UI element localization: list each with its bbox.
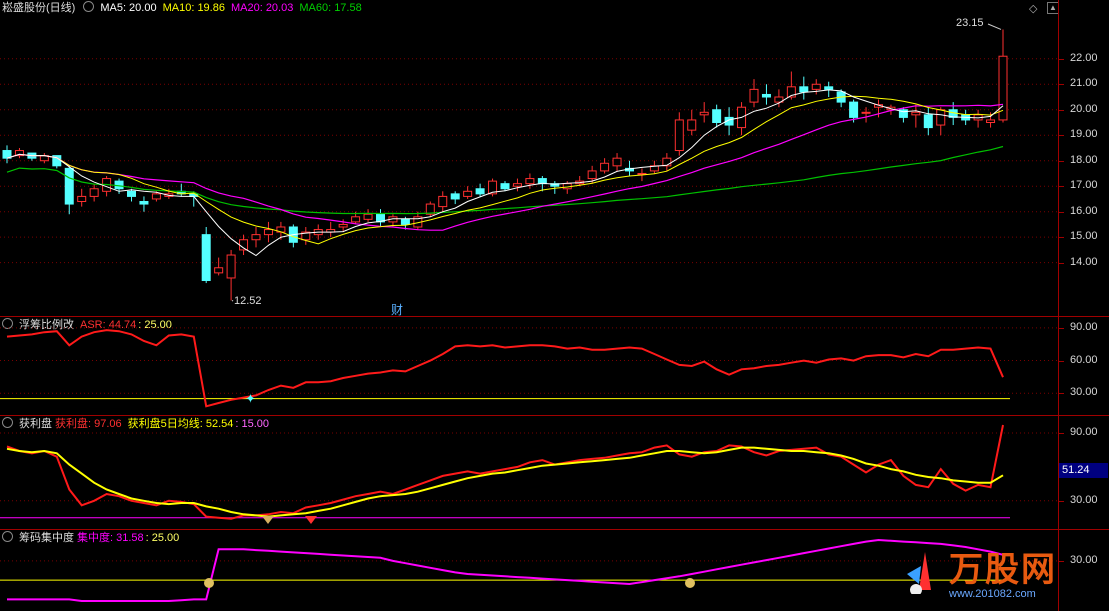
price-tick-mark	[1058, 84, 1064, 86]
diamond-gem-icon	[305, 516, 317, 524]
asr-tick-label: 90.00	[1070, 320, 1098, 333]
candle	[712, 109, 722, 123]
candle	[936, 109, 946, 126]
candle	[475, 188, 485, 195]
candle	[923, 114, 933, 129]
candlestick-chart[interactable]	[0, 0, 1058, 316]
concentration-indicator-panel[interactable]: 筹码集中度 集中度: 31.58: 25.00 30.00 万股网 www.201…	[0, 530, 1109, 611]
candle	[201, 234, 211, 282]
asr-indicator-panel[interactable]: 浮筹比例改 ASR: 44.74: 25.00 90.00 60.00 30.00 ✦	[0, 317, 1109, 415]
candle	[799, 86, 809, 93]
candle	[500, 183, 510, 190]
candle	[687, 119, 697, 131]
profit-tick-mark	[1058, 432, 1064, 434]
profit-tick-label: 30.00	[1070, 493, 1098, 506]
asr-tick-label: 30.00	[1070, 386, 1098, 399]
price-tick-mark	[1058, 109, 1064, 111]
brand-name: 万股网	[949, 551, 1057, 589]
profit-indicator-panel[interactable]: 获利盘 获利盘: 97.06 获利盘5日均线: 52.54: 15.00 90.00…	[0, 416, 1109, 529]
price-tick-label: 16.00	[1070, 204, 1098, 217]
candle	[674, 119, 684, 152]
price-tick-mark	[1058, 186, 1064, 188]
asr-tick-label: 60.00	[1070, 353, 1098, 366]
candle	[363, 213, 373, 220]
asr-line	[6, 329, 1004, 408]
candle	[127, 190, 136, 197]
asr-tick-mark	[1058, 393, 1064, 395]
candle	[587, 170, 597, 180]
price-tick-label: 19.00	[1070, 128, 1098, 141]
candle	[662, 157, 672, 167]
brand-logo-icon	[905, 544, 945, 594]
concentration-line-chart[interactable]	[0, 530, 1058, 611]
price-tick-mark	[1058, 135, 1064, 137]
high-arrow-line	[987, 23, 1002, 30]
butterfly-icon: ✦	[245, 391, 256, 406]
candle	[749, 88, 759, 103]
main-chart-panel[interactable]: 崧盛股份(日线) MA5: 20.00 MA10: 19.86 MA20: 20.03…	[0, 0, 1109, 317]
candle	[525, 178, 535, 185]
candle	[811, 83, 821, 90]
price-tick-mark	[1058, 58, 1064, 60]
candle	[214, 267, 224, 274]
price-tick-label: 17.00	[1070, 179, 1098, 192]
asr-tick-mark	[1058, 360, 1064, 362]
money-bag-icon	[685, 578, 695, 588]
candle	[438, 195, 448, 208]
candle	[849, 101, 859, 118]
high-price-label: 23.15	[956, 17, 984, 29]
low-arrow-line	[231, 299, 234, 302]
candle	[699, 111, 709, 116]
candle	[450, 193, 460, 200]
price-tick-label: 20.00	[1070, 102, 1098, 115]
money-bag-icon	[204, 578, 214, 588]
candle	[986, 119, 996, 123]
price-tick-mark	[1058, 237, 1064, 239]
price-tick-label: 21.00	[1070, 77, 1098, 90]
candle	[612, 157, 622, 167]
profit-line-chart[interactable]	[0, 416, 1058, 529]
asr-line-chart[interactable]: ✦	[0, 317, 1058, 415]
profit-tick-label: 90.00	[1070, 425, 1098, 438]
price-tick-label: 15.00	[1070, 230, 1098, 243]
candle	[761, 93, 771, 98]
candle	[251, 234, 261, 241]
price-tick-label: 22.00	[1070, 51, 1098, 64]
asr-tick-mark	[1058, 327, 1064, 329]
price-tick-mark	[1058, 211, 1064, 213]
low-price-label: 12.52	[234, 295, 262, 307]
candle	[824, 86, 834, 90]
candle	[351, 216, 361, 223]
candle	[226, 254, 236, 279]
candle	[463, 190, 473, 197]
candle	[89, 188, 99, 197]
candle	[139, 201, 149, 205]
candle	[151, 193, 161, 200]
candle	[911, 111, 921, 116]
candle	[263, 229, 273, 236]
candle	[512, 183, 522, 187]
price-tick-label: 14.00	[1070, 255, 1098, 268]
price-tick-label: 18.00	[1070, 153, 1098, 166]
profit-tick-mark	[1058, 500, 1064, 502]
current-value-highlight: 51.24	[1059, 463, 1108, 478]
candle	[338, 223, 348, 228]
candle	[861, 111, 871, 114]
diamond-gem-icon	[262, 516, 274, 524]
price-tick-mark	[1058, 160, 1064, 162]
candle	[77, 195, 87, 203]
brand-watermark: 万股网 www.201082.com	[905, 538, 1105, 608]
candle	[600, 162, 610, 172]
candle	[400, 218, 410, 225]
brand-url: www.201082.com	[949, 588, 1036, 600]
candle	[64, 167, 74, 205]
concentration-line	[7, 538, 1004, 602]
price-tick-mark	[1058, 262, 1064, 264]
